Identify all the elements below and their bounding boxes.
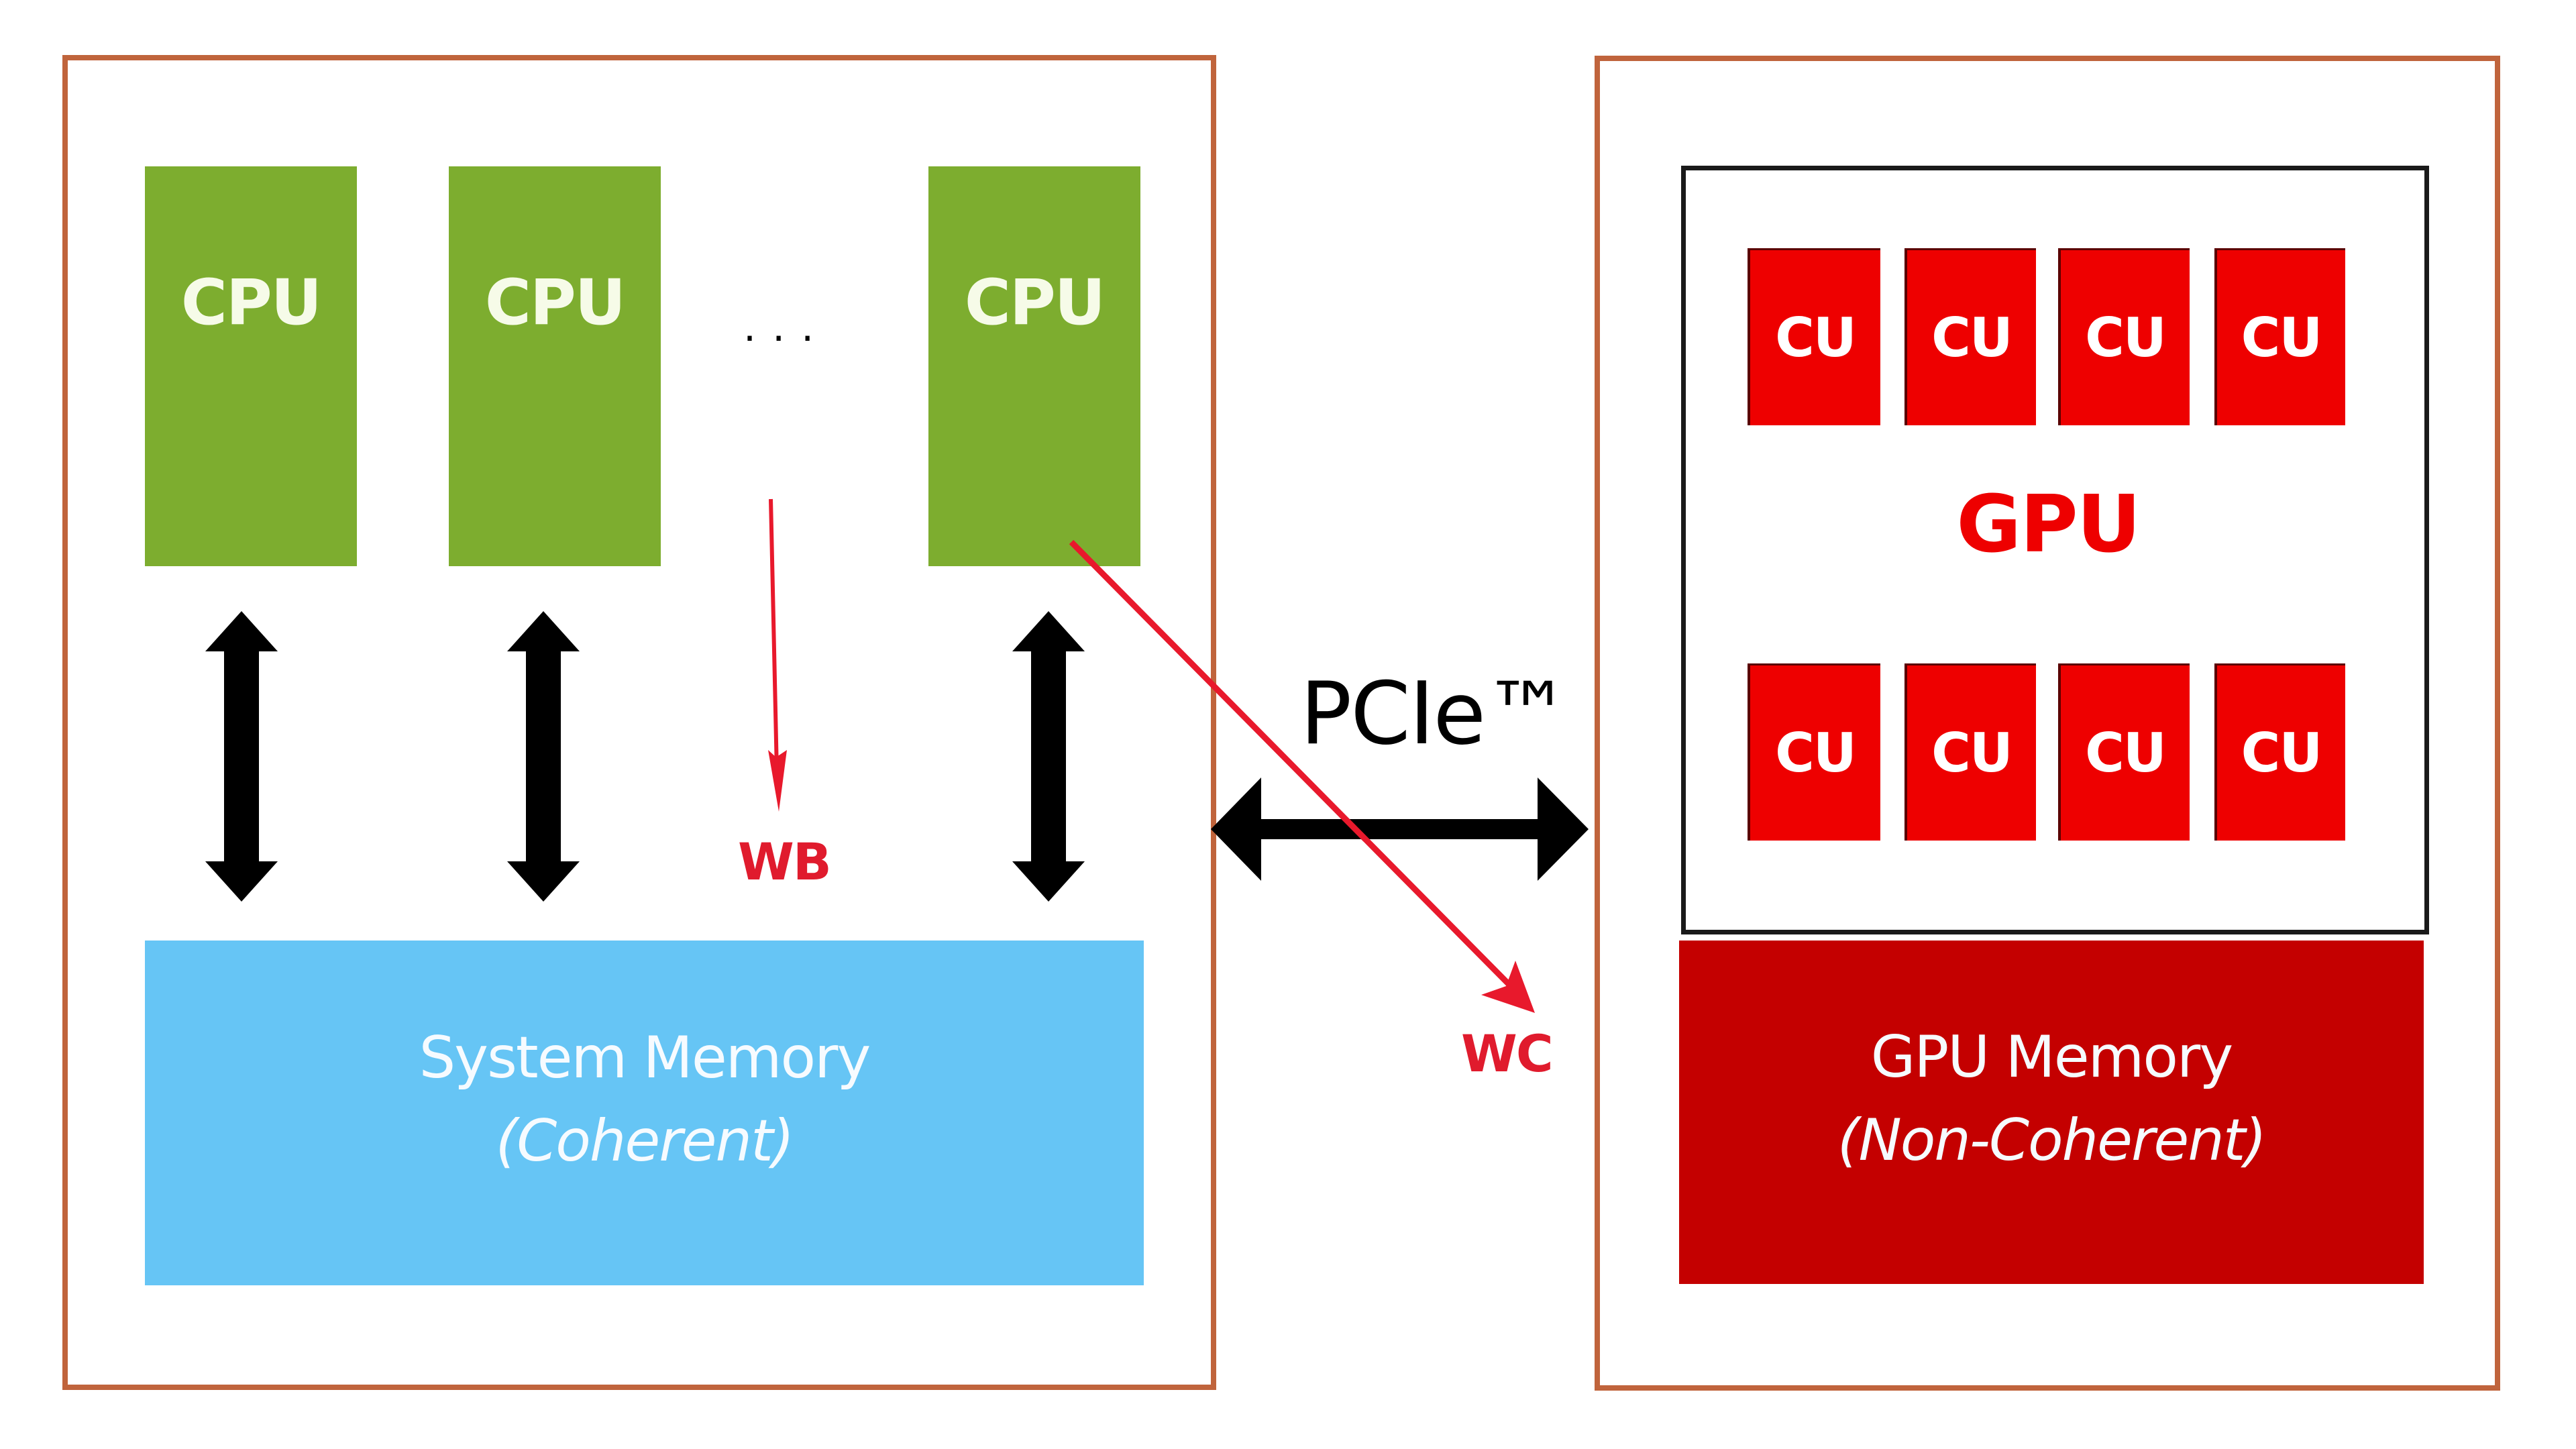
cpu-memory-arrow-1 [205, 611, 278, 902]
cpu-memory-arrow-2 [507, 611, 580, 902]
wc-arrow-shaft [1069, 539, 1512, 987]
pcie-arrow [1211, 777, 1589, 881]
arrows-layer [205, 498, 1589, 1013]
wb-arrow-shaft [769, 498, 779, 772]
cpu-memory-arrow-n [1012, 611, 1085, 902]
